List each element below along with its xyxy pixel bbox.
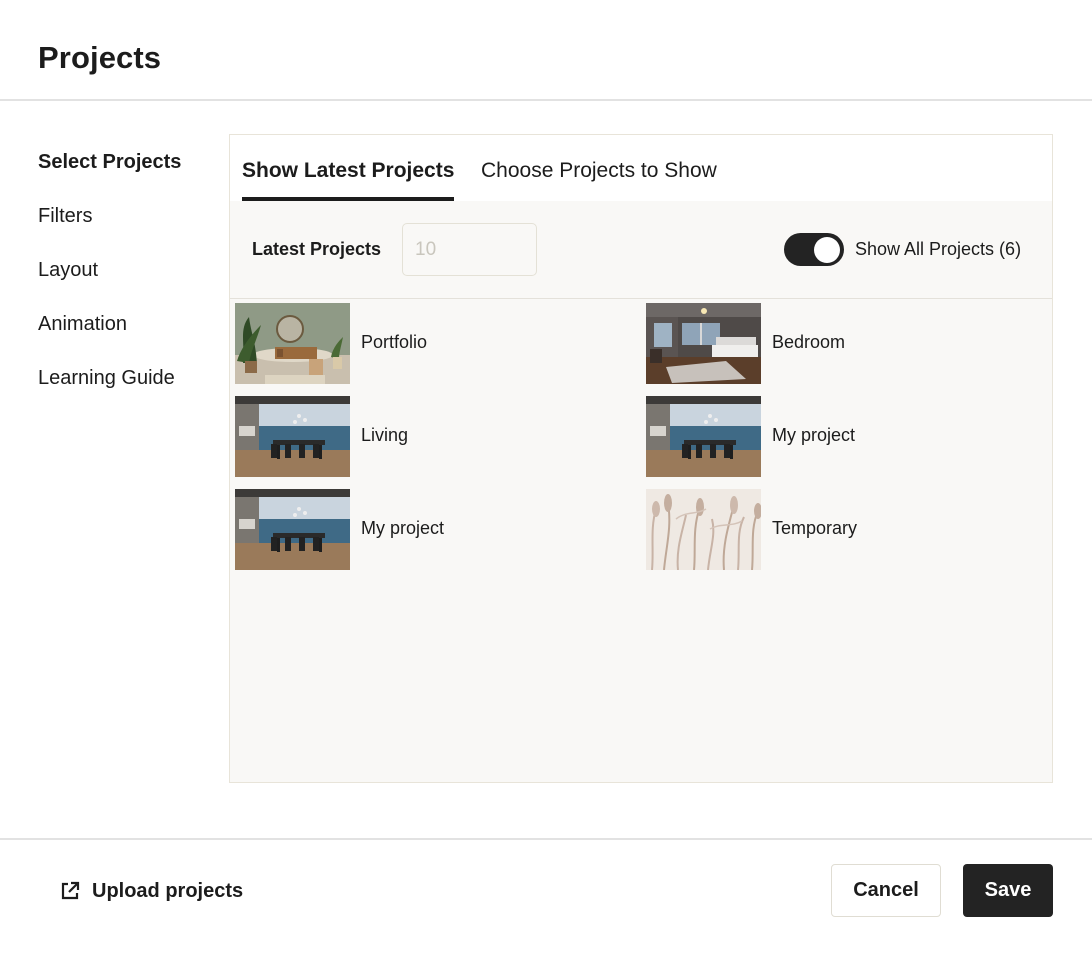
project-thumbnail-dining-sea (235, 489, 350, 570)
tab-bar: Show Latest Projects Choose Projects to … (230, 135, 1052, 201)
project-name: My project (772, 425, 856, 445)
tab-choose-projects[interactable]: Choose Projects to Show (481, 135, 717, 201)
sidebar: Select Projects Filters Layout Animation… (38, 135, 218, 405)
external-link-icon (61, 881, 80, 900)
upload-projects-label: Upload projects (92, 879, 244, 902)
project-name: Portfolio (361, 332, 428, 352)
project-thumbnail-dining-sea (646, 396, 761, 477)
project-item[interactable]: Living (235, 396, 635, 477)
upload-projects-link[interactable]: Upload projects (60, 878, 243, 904)
sidebar-item-animation[interactable]: Animation (38, 297, 218, 351)
project-name: Temporary (772, 518, 858, 538)
project-thumbnail-living-plants (235, 303, 350, 384)
project-name: My project (361, 518, 445, 538)
sidebar-item-select-projects[interactable]: Select Projects (38, 135, 218, 189)
toggle-knob (814, 236, 840, 263)
project-item[interactable]: Bedroom (646, 303, 1046, 384)
page-title: Projects (38, 40, 162, 75)
latest-projects-label: Latest Projects (252, 239, 382, 259)
project-name: Bedroom (772, 332, 846, 352)
projects-panel: Show Latest Projects Choose Projects to … (229, 134, 1053, 783)
sidebar-item-learning-guide[interactable]: Learning Guide (38, 351, 218, 405)
project-name: Living (361, 425, 409, 445)
project-item[interactable]: My project (646, 396, 1046, 477)
cancel-button[interactable]: Cancel (831, 864, 941, 917)
sidebar-item-filters[interactable]: Filters (38, 189, 218, 243)
project-thumbnail-grass-pattern (646, 489, 761, 570)
project-thumbnail-bedroom (646, 303, 761, 384)
projects-dialog: Projects Select Projects Filters Layout … (0, 0, 1092, 954)
project-item[interactable]: Temporary (646, 489, 1046, 570)
project-item[interactable]: Portfolio (235, 303, 635, 384)
tab-show-latest-projects[interactable]: Show Latest Projects (242, 135, 455, 201)
show-all-projects-label: Show All Projects (6) (855, 239, 1022, 259)
latest-controls: Latest Projects Show All Projects (6) (230, 201, 1052, 299)
show-all-projects-toggle[interactable] (784, 233, 844, 266)
dialog-footer: Upload projects Cancel Save (0, 838, 1092, 954)
save-button[interactable]: Save (963, 864, 1053, 917)
dialog-header: Projects (0, 0, 1092, 101)
sidebar-item-layout[interactable]: Layout (38, 243, 218, 297)
project-thumbnail-dining-sea (235, 396, 350, 477)
latest-projects-input[interactable] (402, 223, 537, 276)
project-item[interactable]: My project (235, 489, 635, 570)
